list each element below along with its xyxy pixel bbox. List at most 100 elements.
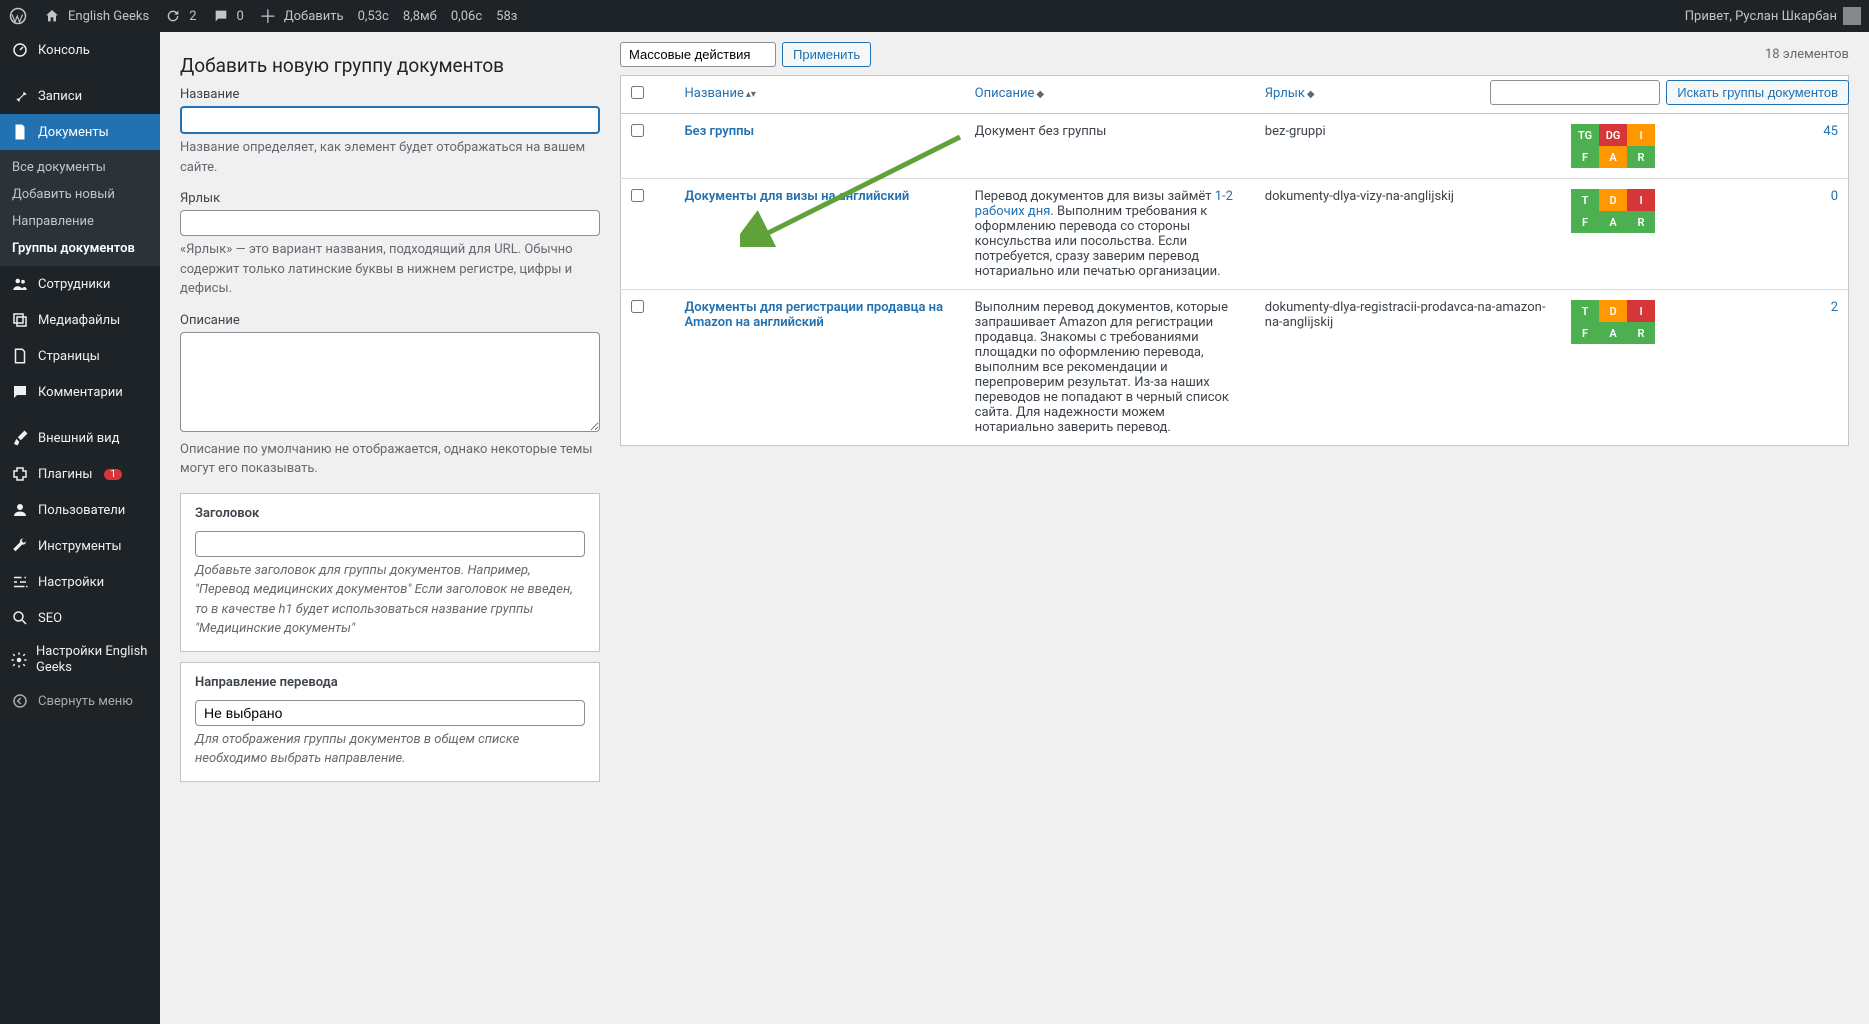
plugin-update-badge: 1 (104, 469, 122, 480)
seo-badge: A (1599, 211, 1627, 233)
row-slug: bez-gruppi (1255, 114, 1561, 179)
document-icon (10, 122, 30, 142)
desc-textarea[interactable] (180, 332, 600, 432)
seo-badge: R (1627, 211, 1655, 233)
perf-4: 58з (496, 9, 517, 24)
updates-count: 2 (189, 9, 196, 24)
desc-label: Описание (180, 313, 600, 328)
seo-badge: R (1627, 322, 1655, 344)
submenu-direction[interactable]: Направление (0, 208, 160, 235)
seo-badge: D (1599, 300, 1627, 322)
table-row: Без группыДокумент без группыbez-gruppiT… (621, 114, 1849, 179)
seo-badge: I (1627, 300, 1655, 322)
row-posts-link[interactable]: 2 (1831, 300, 1838, 315)
sidebar-item-employees[interactable]: Сотрудники (0, 266, 160, 302)
search-button[interactable]: Искать группы документов (1666, 80, 1849, 105)
slug-input[interactable] (180, 210, 600, 236)
seo-badges: TDIFAR (1571, 189, 1655, 233)
wordpress-icon (8, 6, 28, 26)
slug-label: Ярлык (180, 191, 600, 206)
seo-badges: TGDGIFAR (1571, 124, 1655, 168)
sidebar-item-posts[interactable]: Записи (0, 78, 160, 114)
sidebar-item-documents[interactable]: Документы (0, 114, 160, 150)
slug-help: «Ярлык» — это вариант названия, подходящ… (180, 240, 600, 299)
seo-badges: TDI FAR (1571, 300, 1655, 344)
comments-link[interactable]: 0 (211, 6, 244, 26)
wp-logo[interactable] (8, 6, 28, 26)
sort-icon: ◆ (1307, 89, 1315, 100)
submenu-doc-groups[interactable]: Группы документов (0, 235, 160, 262)
apply-button[interactable]: Применить (782, 42, 871, 67)
admin-bar: English Geeks 2 0 ＋Добавить 0,53с 8,8мб … (0, 0, 1869, 32)
direction-select[interactable]: Не выбрано (195, 700, 585, 726)
name-help: Название определяет, как элемент будет о… (180, 138, 600, 177)
row-slug: dokumenty-dlya-registracii-prodavca-na-a… (1255, 290, 1561, 446)
greeting[interactable]: Привет, Руслан Шкарбан (1685, 7, 1861, 25)
sidebar-item-plugins[interactable]: Плагины1 (0, 456, 160, 492)
sidebar-item-pages[interactable]: Страницы (0, 338, 160, 374)
admin-sidebar: Консоль Записи Документы Все документы Д… (0, 32, 160, 1024)
sidebar-item-appearance[interactable]: Внешний вид (0, 420, 160, 456)
title-input[interactable] (195, 531, 585, 557)
row-posts-link[interactable]: 45 (1823, 124, 1838, 139)
sidebar-item-eg-settings[interactable]: Настройки English Geeks (0, 636, 160, 683)
seo-badge: D (1599, 189, 1627, 211)
item-count: 18 элементов (1765, 47, 1849, 62)
dashboard-icon (10, 40, 30, 60)
sidebar-collapse[interactable]: Свернуть меню (0, 683, 160, 719)
seo-badge: I (1627, 189, 1655, 211)
updates-link[interactable]: 2 (163, 6, 196, 26)
name-input[interactable] (180, 106, 600, 134)
groups-table: Название▴▾ Описание◆ Ярлык◆ SEO Записи◆ … (620, 75, 1849, 446)
media-icon (10, 310, 30, 330)
form-heading: Добавить новую группу документов (180, 54, 600, 77)
title-help: Добавьте заголовок для группы документов… (195, 561, 585, 639)
seo-badge: T (1571, 300, 1599, 322)
row-checkbox[interactable] (631, 300, 644, 313)
site-link[interactable]: English Geeks (42, 6, 149, 26)
col-desc[interactable]: Описание◆ (965, 76, 1255, 114)
sidebar-item-dashboard[interactable]: Консоль (0, 32, 160, 68)
sort-icon: ◆ (1036, 89, 1044, 100)
add-new-label: Добавить (284, 9, 344, 24)
direction-label: Направление перевода (195, 675, 585, 690)
site-name: English Geeks (68, 9, 149, 24)
row-name-link[interactable]: Документы для регистрации продавца на Am… (685, 300, 944, 330)
perf-3: 0,06с (451, 9, 482, 24)
sidebar-item-media[interactable]: Медиафайлы (0, 302, 160, 338)
table-row: Документы для визы на английскийПеревод … (621, 179, 1849, 290)
sliders-icon (10, 572, 30, 592)
sidebar-item-tools[interactable]: Инструменты (0, 528, 160, 564)
add-new-link[interactable]: ＋Добавить (258, 6, 344, 26)
sidebar-item-seo[interactable]: SEO (0, 600, 160, 636)
submenu-add-doc[interactable]: Добавить новый (0, 181, 160, 208)
search-input[interactable] (1490, 80, 1660, 105)
row-checkbox[interactable] (631, 189, 644, 202)
collapse-icon (10, 691, 30, 711)
row-name-link[interactable]: Без группы (685, 124, 755, 139)
page-icon (10, 346, 30, 366)
sidebar-item-comments[interactable]: Комментарии (0, 374, 160, 410)
seo-badge: F (1571, 322, 1599, 344)
bulk-actions-select[interactable]: Массовые действия (620, 42, 776, 67)
select-all-checkbox[interactable] (631, 86, 644, 99)
row-checkbox[interactable] (631, 124, 644, 137)
comment-icon (211, 6, 231, 26)
row-name-link[interactable]: Документы для визы на английский (685, 189, 910, 204)
search-icon (10, 608, 30, 628)
seo-badge: A (1599, 322, 1627, 344)
pin-icon (10, 86, 30, 106)
row-posts-link[interactable]: 0 (1831, 189, 1838, 204)
sidebar-item-users[interactable]: Пользователи (0, 492, 160, 528)
sort-icon: ▴▾ (746, 89, 756, 100)
table-row: Документы для регистрации продавца на Am… (621, 290, 1849, 446)
col-name[interactable]: Название▴▾ (675, 76, 965, 114)
row-slug: dokumenty-dlya-vizy-na-anglijskij (1255, 179, 1561, 290)
submenu-all-docs[interactable]: Все документы (0, 154, 160, 181)
seo-badge: I (1627, 124, 1655, 146)
brush-icon (10, 428, 30, 448)
seo-badge: A (1599, 146, 1627, 168)
comment-icon (10, 382, 30, 402)
sidebar-item-settings[interactable]: Настройки (0, 564, 160, 600)
home-icon (42, 6, 62, 26)
